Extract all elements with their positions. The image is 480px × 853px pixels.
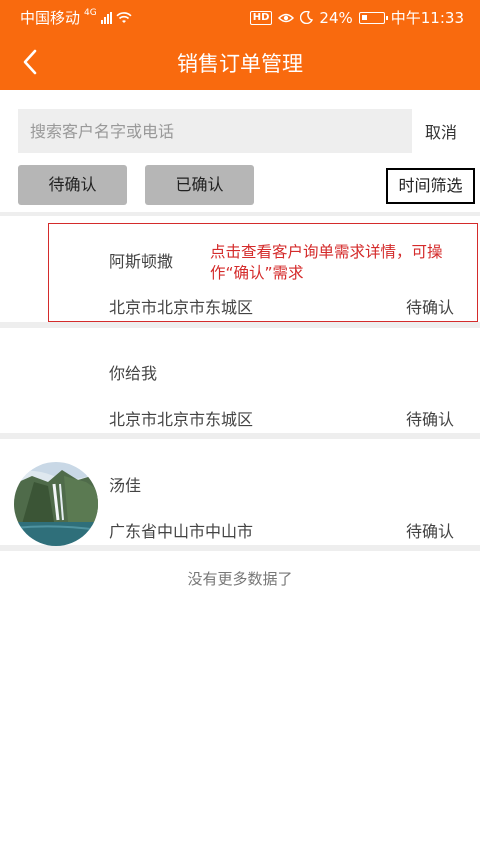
cancel-button[interactable]: 取消 <box>418 119 464 143</box>
battery-fill <box>361 14 367 20</box>
nav-bar: 销售订单管理 <box>0 34 480 90</box>
status-right: HD 24% 中午11:33 <box>249 7 464 28</box>
signal-icon <box>100 11 112 24</box>
customer-address: 北京市北京市东城区 <box>109 410 254 429</box>
order-status: 待确认 <box>405 410 454 429</box>
page-title: 销售订单管理 <box>177 52 303 76</box>
hd-badge: HD <box>249 10 273 25</box>
status-left: 中国移动 4G <box>20 7 132 28</box>
network-type: 4G <box>84 7 97 18</box>
divider <box>0 322 480 328</box>
order-list-item[interactable]: 你给我 北京市北京市东城区 待确认 <box>0 334 480 434</box>
customer-name: 汤佳 <box>109 476 142 495</box>
moon-icon <box>300 11 314 24</box>
avatar <box>14 462 98 546</box>
filter-confirmed-button[interactable]: 已确认 <box>145 165 254 205</box>
annotation-text: 点击查看客户询单需求详情，可操作“确认”需求 <box>210 243 443 282</box>
divider <box>0 212 480 216</box>
no-more-data-label: 没有更多数据了 <box>187 570 293 588</box>
time-filter-button[interactable]: 时间筛选 <box>386 168 475 204</box>
order-status: 待确认 <box>405 298 454 317</box>
wifi-icon <box>116 11 132 23</box>
order-status: 待确认 <box>405 522 454 541</box>
customer-name: 阿斯顿撒 <box>109 252 174 271</box>
customer-name: 你给我 <box>109 364 158 383</box>
battery-percent: 24% <box>319 8 353 27</box>
status-bar: 中国移动 4G HD 24% 中午11:33 <box>0 0 480 34</box>
customer-address: 广东省中山市中山市 <box>109 522 254 541</box>
filter-pending-button[interactable]: 待确认 <box>18 165 127 205</box>
search-input[interactable] <box>18 109 412 153</box>
customer-address: 北京市北京市东城区 <box>109 298 254 317</box>
landscape-image <box>14 462 98 546</box>
eye-icon <box>278 13 295 22</box>
order-list-item[interactable]: 汤佳 广东省中山市中山市 待确认 <box>0 446 480 546</box>
clock: 中午11:33 <box>390 9 464 27</box>
battery-icon <box>358 11 388 24</box>
carrier-label: 中国移动 <box>20 9 81 27</box>
